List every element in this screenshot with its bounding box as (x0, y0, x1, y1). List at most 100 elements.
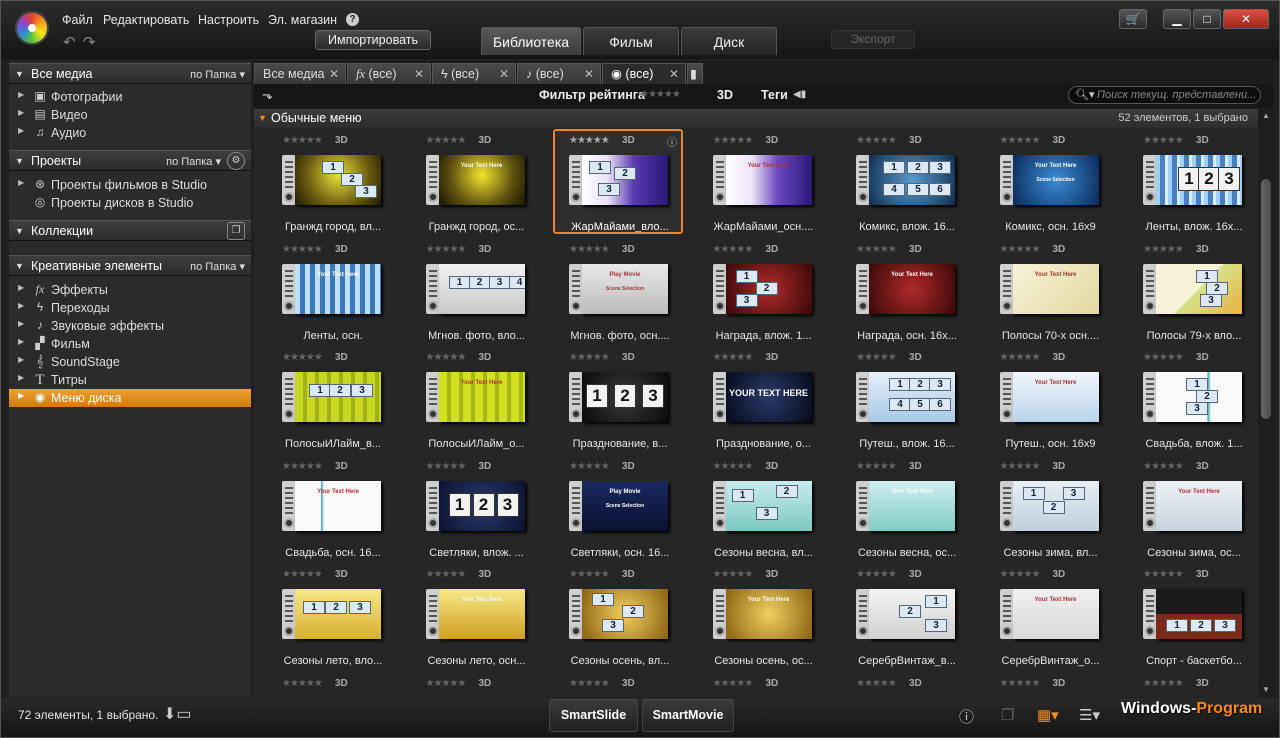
media-item[interactable]: ★★★★★ 3D Play Movie Scene Selection Мгнов. ф… (555, 240, 685, 345)
tab-movie[interactable]: Фильм (583, 27, 679, 55)
rating-stars[interactable]: ★★★★★ (426, 352, 467, 363)
rating-stars[interactable]: ★★★★★ (856, 569, 897, 580)
tree-item-effects[interactable]: ▶ fx Эффекты (9, 281, 251, 299)
close-tab-icon[interactable]: ✕ (669, 64, 679, 84)
sort-dropdown[interactable]: по Папка ▾ (166, 155, 221, 168)
media-item[interactable]: ★★★★★ 3D Your Text Here Сезоны зима, ос... (1129, 457, 1258, 562)
media-item[interactable]: ★★★★★ 3D (699, 674, 829, 694)
copy-icon[interactable]: ❐ (1001, 706, 1014, 724)
media-item[interactable]: ★★★★★ 3D ⓘ 1 2 3 ЖарМайами_вло... (553, 129, 683, 234)
media-item[interactable]: ★★★★★ 3D 1 2 3 4 Мгнов. фото, вло... (412, 240, 542, 345)
menu-file[interactable]: Файл (62, 13, 93, 27)
new-tab-icon[interactable]: ▮ (687, 63, 703, 84)
grid-view-icon[interactable]: ▦▾ (1037, 706, 1059, 724)
rating-stars[interactable]: ★★★★★ (713, 678, 754, 689)
rating-stars[interactable]: ★★★★★ (1143, 569, 1184, 580)
rating-stars[interactable]: ★★★★★ (713, 135, 754, 146)
media-item[interactable]: ★★★★★ 3D 1 2 3 Сезоны лето, вло... (268, 565, 398, 670)
tree-item-movie-projects[interactable]: ▶ ⊛ Проекты фильмов в Studio (9, 176, 251, 194)
media-item[interactable]: ★★★★★ 3D (268, 674, 398, 694)
close-tab-icon[interactable]: ✕ (329, 64, 339, 84)
media-item[interactable]: ★★★★★ 3D 1 2 3 4 5 6 Путеш., влож. 16... (842, 348, 972, 453)
media-item[interactable]: ★★★★★ 3D YOUR TEXT HERE Празднование, о... (699, 348, 829, 453)
media-item[interactable]: ★★★★★ 3D Your Text Here Scene Selection Коми… (986, 131, 1116, 236)
rating-stars[interactable]: ★★★★★ (713, 352, 754, 363)
section-projects[interactable]: ▼ Проекты по Папка ▾ ⚙ (9, 150, 251, 171)
media-item[interactable]: ★★★★★ 3D Your Text Here Путеш., осн. 16x9 (986, 348, 1116, 453)
cart-icon[interactable]: 🛒 (1119, 9, 1147, 29)
media-item[interactable]: ★★★★★ 3D (412, 674, 542, 694)
rating-stars[interactable]: ★★★★★ (282, 135, 323, 146)
media-item[interactable]: ★★★★★ 3D Play Movie Scene Selection Светляки… (555, 457, 685, 562)
tree-item-sound-effects[interactable]: ▶ ♪ Звуковые эффекты (9, 317, 251, 335)
rating-stars[interactable]: ★★★★★ (1000, 135, 1041, 146)
media-item[interactable]: ★★★★★ 3D Your Text Here СеребрВинтаж_о... (986, 565, 1116, 670)
minimize-button[interactable]: ▁ (1163, 9, 1191, 29)
menu-store[interactable]: Эл. магазин (268, 13, 337, 27)
rating-stars[interactable]: ★★★★★ (1000, 678, 1041, 689)
close-tab-icon[interactable]: ✕ (414, 64, 424, 84)
media-item[interactable]: ★★★★★ 3D (1129, 674, 1258, 694)
media-item[interactable]: ★★★★★ 3D (842, 674, 972, 694)
tree-item-titles[interactable]: ▶ T Титры (9, 371, 251, 389)
section-collections[interactable]: ▼ Коллекции ❐ (9, 220, 251, 241)
import-to-folder-icon[interactable]: ⬇▭ (163, 704, 192, 724)
tree-item-soundstage[interactable]: ▶ 𝄞 SoundStage (9, 353, 251, 371)
section-all-media[interactable]: ▼ Все медиа по Папка ▾ (9, 63, 251, 84)
rating-stars[interactable]: ★★★★★ (1000, 461, 1041, 472)
info-icon[interactable]: ⓘ (959, 706, 974, 727)
rating-stars[interactable]: ★★★★★ (426, 678, 467, 689)
rating-stars[interactable]: ★★★★★ (1000, 569, 1041, 580)
rating-stars[interactable]: ★★★★★ (856, 352, 897, 363)
rating-stars[interactable]: ★★★★★ (426, 461, 467, 472)
media-item[interactable]: ★★★★★ 3D 1 2 3 Сезоны осень, вл... (555, 565, 685, 670)
3d-filter-button[interactable]: 3D (717, 88, 733, 102)
media-item[interactable]: ★★★★★ 3D Your Text Here Сезоны осень, ос... (699, 565, 829, 670)
media-item[interactable]: ★★★★★ 3D 1 2 3 Сезоны весна, вл... (699, 457, 829, 562)
rating-stars[interactable]: ★★★★★ (713, 569, 754, 580)
rating-stars[interactable]: ★★★★★ (856, 678, 897, 689)
media-item[interactable]: ★★★★★ 3D Your Text Here Сезоны весна, ос... (842, 457, 972, 562)
info-icon[interactable]: ⓘ (667, 134, 677, 149)
tags-button[interactable]: Теги (761, 88, 788, 102)
media-item[interactable]: ★★★★★ 3D 1 2 3 Празднование, в... (555, 348, 685, 453)
rating-stars[interactable]: ★★★★★ (426, 569, 467, 580)
media-item[interactable]: ★★★★★ 3D 1 2 3 Спорт - баскетбо... (1129, 565, 1258, 670)
tree-item-film[interactable]: ▶ ▞ Фильм (9, 335, 251, 353)
help-icon[interactable]: ? (346, 13, 359, 26)
close-button[interactable]: ✕ (1223, 9, 1269, 29)
rating-stars[interactable]: ★★★★★ (856, 135, 897, 146)
projects-settings-icon[interactable]: ⚙ (227, 152, 245, 170)
tree-item-transitions[interactable]: ▶ ϟ Переходы (9, 299, 251, 317)
rating-stars[interactable]: ★★★★★ (856, 244, 897, 255)
rating-stars[interactable]: ★★★★★ (1000, 244, 1041, 255)
tab-library[interactable]: Библиотека (481, 27, 581, 55)
tree-item-photos[interactable]: ▶ ▣ Фотографии (9, 88, 251, 106)
media-item[interactable]: ★★★★★ 3D 1 2 3 ПолосыИЛайм_в... (268, 348, 398, 453)
rating-stars[interactable]: ★★★★★ (282, 569, 323, 580)
scrollbar-thumb[interactable] (1261, 179, 1271, 419)
media-item[interactable]: ★★★★★ 3D Your Text Here ПолосыИЛайм_о... (412, 348, 542, 453)
smartslide-button[interactable]: SmartSlide (549, 699, 638, 732)
rating-filter-stars[interactable]: ★★★★★ (640, 89, 681, 100)
scroll-down-icon[interactable]: ▼ (1262, 685, 1270, 694)
rating-stars[interactable]: ★★★★★ (569, 678, 610, 689)
filter-tab-all-media[interactable]: Все медиа ✕ (254, 63, 346, 84)
rating-stars[interactable]: ★★★★★ (1143, 352, 1184, 363)
close-tab-icon[interactable]: ✕ (584, 64, 594, 84)
media-item[interactable]: ★★★★★ 3D Your Text Here Полосы 70-х осн.... (986, 240, 1116, 345)
rating-stars[interactable]: ★★★★★ (1000, 352, 1041, 363)
sort-dropdown[interactable]: по Папка ▾ (190, 68, 245, 81)
rating-stars[interactable]: ★★★★★ (282, 678, 323, 689)
menu-setup[interactable]: Настроить (198, 13, 259, 27)
media-item[interactable]: ★★★★★ 3D (986, 674, 1116, 694)
vertical-scrollbar[interactable]: ▲ ▼ (1258, 109, 1274, 697)
media-item[interactable]: ★★★★★ 3D 1 2 3 Гранжд город, вл... (268, 131, 398, 236)
tree-item-video[interactable]: ▶ ▤ Видео (9, 106, 251, 124)
media-item[interactable]: ★★★★★ 3D 1 2 3 Полосы 79-х вло... (1129, 240, 1258, 345)
tree-item-disc-projects[interactable]: ◎ Проекты дисков в Studio (9, 194, 251, 212)
media-item[interactable]: ★★★★★ 3D Your Text Here Награда, осн. 16x..… (842, 240, 972, 345)
media-item[interactable]: ★★★★★ 3D (555, 674, 685, 694)
media-item[interactable]: ★★★★★ 3D Your Text Here Свадьба, осн. 16... (268, 457, 398, 562)
rating-stars[interactable]: ★★★★★ (569, 569, 610, 580)
